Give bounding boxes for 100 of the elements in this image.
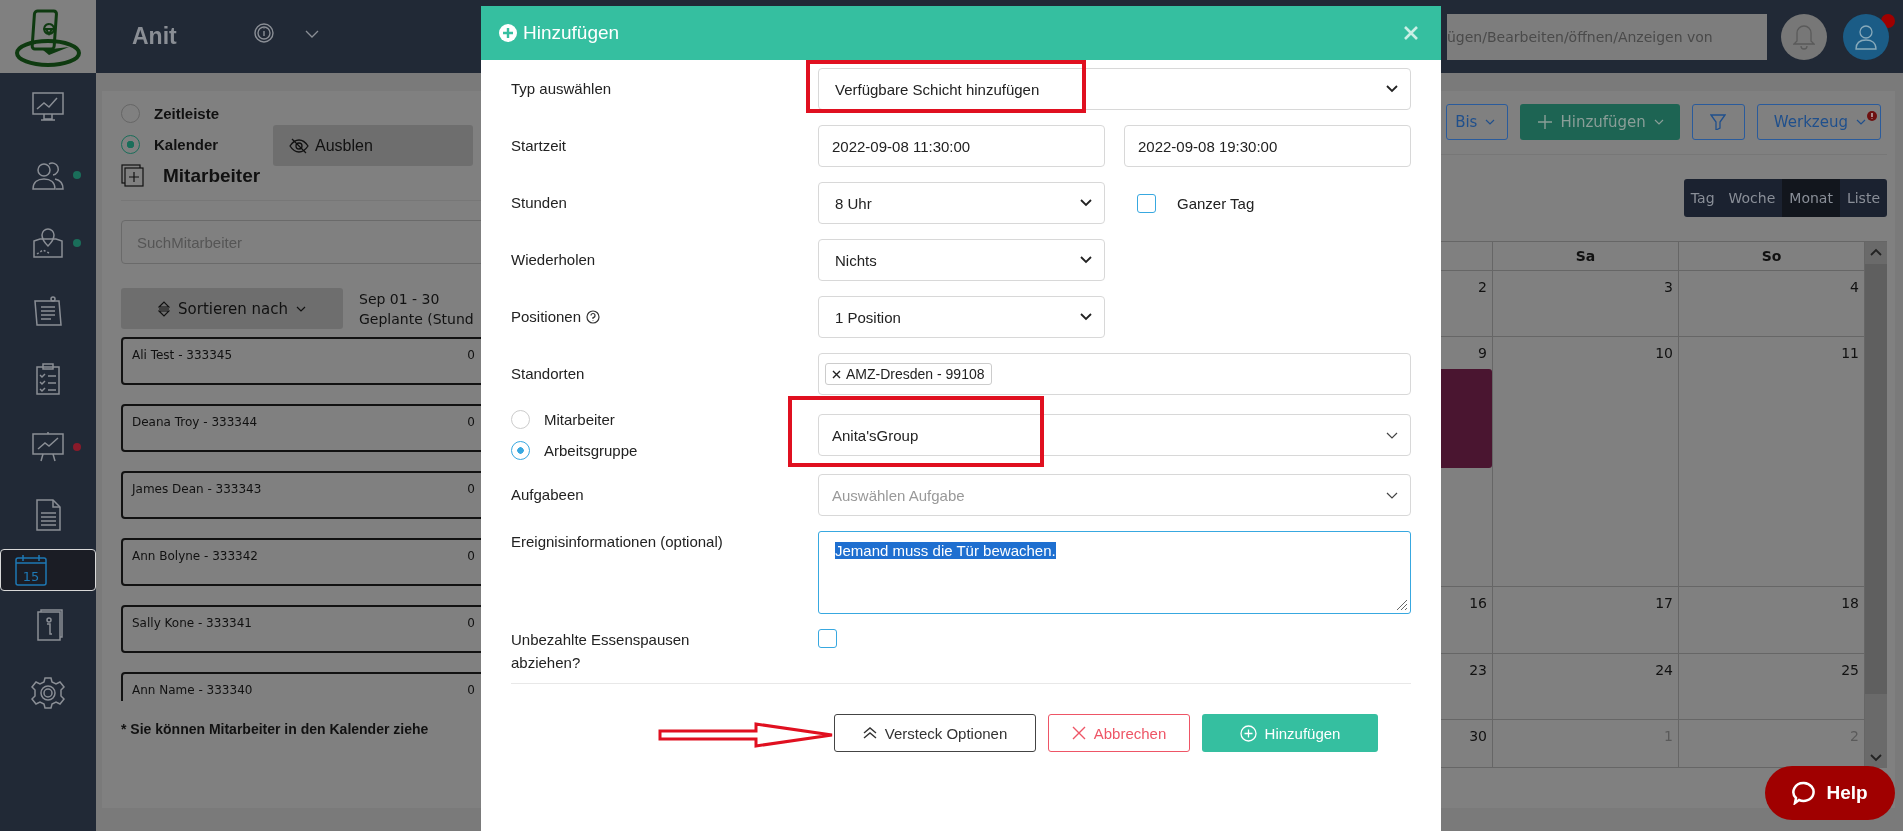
weekday-header: Sa: [1493, 242, 1679, 271]
plus-circle-icon: [499, 24, 517, 42]
employee-name: James Dean - 333343: [132, 482, 262, 498]
field-label: Stunden: [511, 192, 568, 213]
group-select[interactable]: Anita'sGroup: [818, 414, 1411, 456]
caret-icon: [1653, 119, 1664, 125]
cancel-button[interactable]: Abbrechen: [1048, 714, 1190, 752]
radio-label: Zeitleiste: [154, 105, 220, 122]
info-icon: [252, 21, 275, 44]
settings-icon: [31, 676, 65, 710]
presentation-chart-icon: [31, 431, 65, 463]
day-cell[interactable]: 3: [1493, 270, 1679, 338]
type-select[interactable]: Verfügbare Schicht hinzufügen: [818, 68, 1411, 110]
view-tab[interactable]: Woche: [1721, 179, 1783, 217]
radio-label: Mitarbeiter: [544, 411, 615, 428]
resize-grip-icon[interactable]: [1396, 599, 1408, 611]
field-label: Typ auswählen: [511, 78, 613, 99]
hours-value: 0: [467, 348, 475, 364]
dialog-title: Hinzufügen: [523, 22, 621, 44]
chevron-down-icon: [1386, 85, 1398, 93]
caret-icon: [1856, 119, 1866, 125]
day-cell[interactable]: 17: [1493, 587, 1679, 654]
day-number: 17: [1655, 595, 1673, 612]
app-name: Anit: [132, 23, 177, 50]
scrollbar[interactable]: [1865, 241, 1887, 768]
checkbox-label: Ganzer Tag: [1177, 194, 1255, 212]
hours-value: 0: [467, 616, 475, 632]
hide-options-button[interactable]: Versteck Optionen: [834, 714, 1036, 752]
hours-value: 0: [467, 482, 475, 498]
radio-label: Kalender: [154, 136, 219, 153]
caret-icon: [295, 305, 306, 312]
notifications-button[interactable]: [1781, 13, 1827, 60]
day-number: 9: [1478, 345, 1487, 362]
eye-slash-icon: [289, 137, 310, 154]
day-number: 25: [1841, 661, 1859, 678]
day-number: 30: [1469, 728, 1487, 745]
hours-value: 0: [467, 549, 475, 565]
scroll-thumb[interactable]: [1865, 264, 1887, 694]
day-number: 24: [1655, 661, 1673, 678]
tasks-select[interactable]: Auswählen Aufgabe: [818, 474, 1411, 516]
close-icon[interactable]: [1403, 25, 1419, 41]
bell-icon: [1793, 23, 1815, 50]
day-cell[interactable]: 10: [1493, 337, 1679, 588]
field-label: Aufgabeen: [511, 484, 585, 505]
chevron-down-icon: [1080, 313, 1092, 321]
employee-name: Ann Name - 333340: [132, 683, 253, 699]
day-cell[interactable]: 24: [1493, 653, 1679, 721]
day-number: 3: [1664, 278, 1673, 295]
plus-icon: [1538, 115, 1553, 129]
column-heading: Geplante (Stund: [359, 310, 474, 327]
date-range: Sep 01 - 30: [359, 290, 441, 307]
start-time-field[interactable]: 2022-09-08 11:30:00: [818, 125, 1105, 167]
view-tab[interactable]: Liste: [1839, 179, 1887, 217]
view-tab[interactable]: Monat: [1782, 179, 1840, 217]
hours-select[interactable]: 8 Uhr: [818, 182, 1105, 224]
calendar-icon: 15: [14, 554, 48, 586]
chevron-up-icon: [1870, 248, 1882, 256]
add-button[interactable]: Hinzufügen: [1520, 104, 1680, 140]
people-icon: [31, 159, 65, 191]
day-number: 23: [1469, 661, 1487, 678]
remove-icon[interactable]: [832, 369, 841, 379]
radio-button[interactable]: [511, 441, 530, 460]
filter-icon: [1710, 114, 1727, 130]
checkbox[interactable]: [1137, 193, 1156, 213]
help-button[interactable]: Help: [1765, 766, 1895, 820]
field-label: Startzeit: [511, 135, 568, 156]
day-number: 4: [1850, 278, 1859, 295]
checkbox[interactable]: [818, 629, 837, 648]
chevron-down-icon: [1080, 256, 1092, 264]
sidebar-item[interactable]: 15: [0, 549, 96, 591]
info-field[interactable]: Jemand muss die Tür bewachen.: [818, 531, 1411, 614]
location-tag[interactable]: AMZ-Dresden - 99108: [825, 363, 992, 385]
repeat-select[interactable]: Nichts: [818, 239, 1105, 281]
employee-name: Deana Troy - 333344: [132, 415, 258, 431]
monitor-chart-icon: [31, 91, 65, 123]
end-time-field[interactable]: 2022-09-08 19:30:00: [1124, 125, 1411, 167]
day-number: 18: [1841, 595, 1859, 612]
plus-circle-icon: [1239, 724, 1257, 742]
radio-button[interactable]: [121, 135, 140, 154]
notes-icon: [31, 295, 65, 327]
field-label: Standorten: [511, 363, 586, 384]
user-avatar[interactable]: [1843, 13, 1889, 60]
employee-name: Ali Test - 333345: [132, 348, 233, 364]
caret-icon[interactable]: [304, 29, 319, 38]
view-tab[interactable]: Tag: [1683, 179, 1722, 217]
filter-button[interactable]: [1691, 104, 1745, 140]
positions-select[interactable]: 1 Position: [818, 296, 1105, 338]
user-silhouette-icon: [1855, 23, 1877, 50]
hours-value: 0: [467, 415, 475, 431]
close-icon: [1071, 726, 1086, 740]
locations-field[interactable]: AMZ-Dresden - 99108: [818, 353, 1411, 395]
section-title: Mitarbeiter: [163, 165, 261, 187]
day-number: 11: [1841, 345, 1859, 362]
day-number: 10: [1655, 345, 1673, 362]
day-number: 2: [1478, 278, 1487, 295]
hide-button[interactable]: Ausblen: [273, 125, 474, 166]
sort-icon: [158, 300, 171, 317]
sort-button[interactable]: Sortieren nach: [121, 288, 343, 329]
help-icon[interactable]: [586, 310, 601, 324]
add-stack-icon: [121, 164, 145, 188]
